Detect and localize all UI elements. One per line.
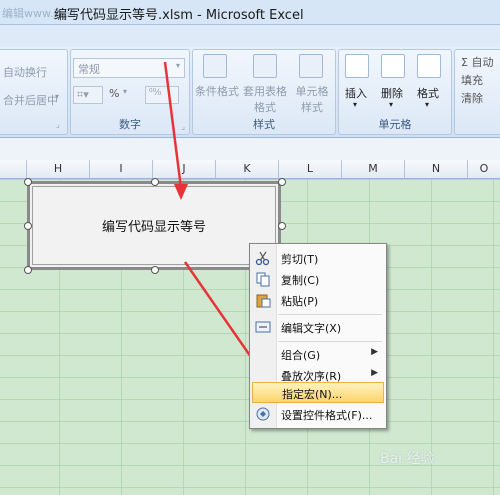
menu-item-label: 指定宏(N)... <box>282 388 343 401</box>
menu-item-copy[interactable]: 复制(C) <box>250 269 386 290</box>
paste-icon <box>256 294 271 308</box>
menu-item-label: 组合(G) <box>281 349 321 362</box>
menu-item-format-control[interactable]: 设置控件格式(F)... <box>250 404 386 425</box>
edit-text-icon <box>255 321 271 333</box>
menu-separator <box>278 341 382 342</box>
context-menu: 剪切(T) 复制(C) 粘贴(P) 编辑文字(X) 组合(G) ▶ 叠放次序(R… <box>249 243 387 429</box>
format-control-icon <box>256 407 270 421</box>
submenu-arrow-icon: ▶ <box>371 347 378 357</box>
menu-separator <box>278 314 382 315</box>
watermark: Bai 经验 <box>380 451 435 467</box>
copy-icon <box>256 272 270 287</box>
menu-item-label: 编辑文字(X) <box>281 322 342 335</box>
menu-item-group[interactable]: 组合(G) ▶ <box>250 344 386 365</box>
menu-item-edit-text[interactable]: 编辑文字(X) <box>250 317 386 338</box>
menu-item-paste[interactable]: 粘贴(P) <box>250 290 386 311</box>
menu-item-label: 粘贴(P) <box>281 295 319 308</box>
arrow-down-line <box>163 61 183 189</box>
menu-item-label: 设置控件格式(F)... <box>281 409 373 422</box>
menu-item-label: 复制(C) <box>281 274 320 287</box>
menu-item-label: 剪切(T) <box>281 253 319 266</box>
scissors-icon <box>255 251 270 266</box>
menu-item-cut[interactable]: 剪切(T) <box>250 248 386 269</box>
menu-item-assign-macro[interactable]: 指定宏(N)... <box>252 382 384 403</box>
arrow-down-head <box>174 184 188 200</box>
submenu-arrow-icon: ▶ <box>371 368 378 378</box>
